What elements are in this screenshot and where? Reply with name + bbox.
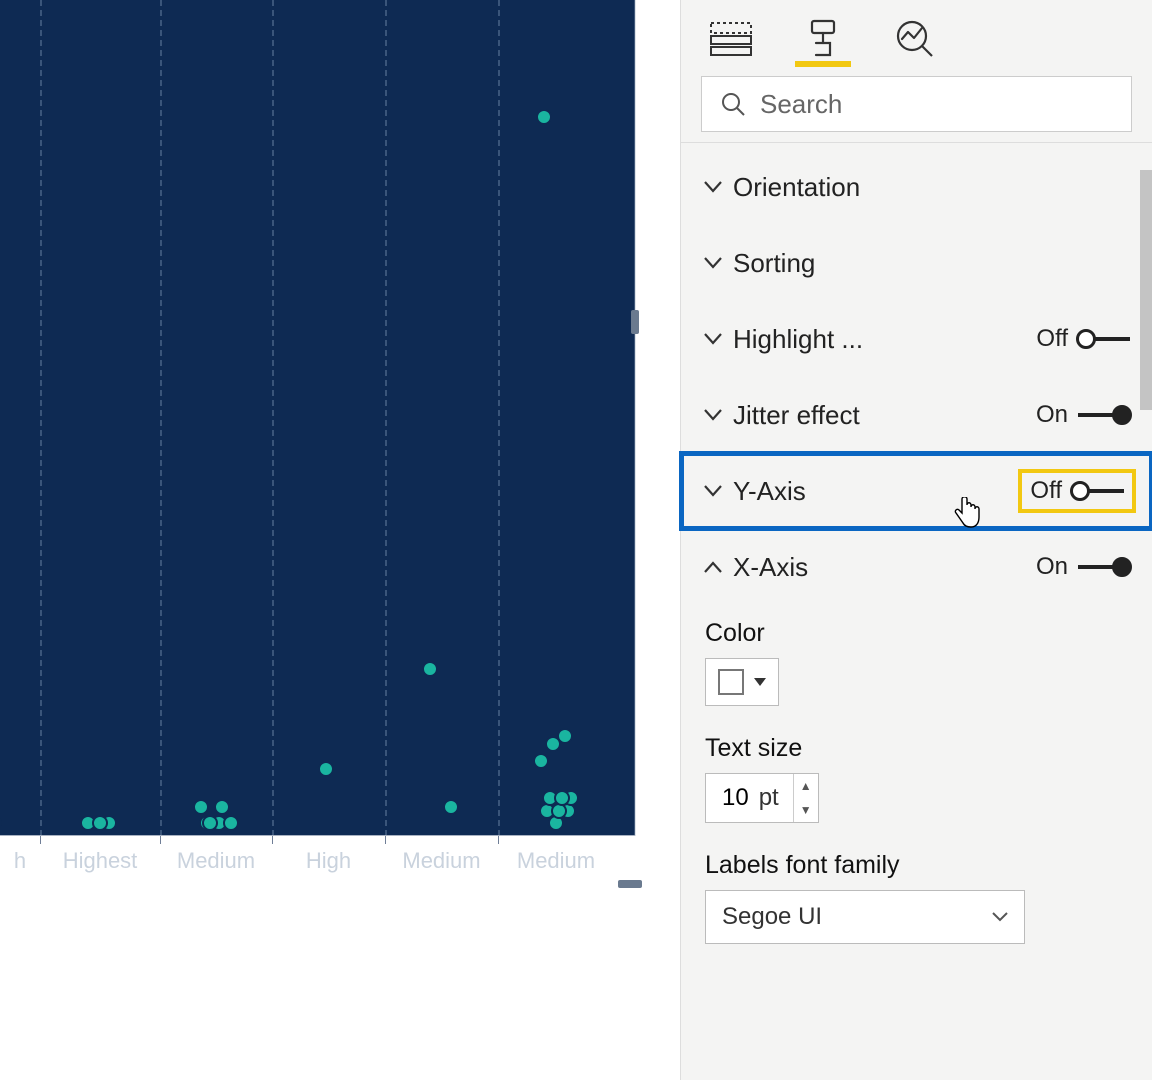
category-divider: [385, 0, 387, 836]
section-label: X-Axis: [727, 552, 1036, 583]
chevron-down-icon: [754, 678, 766, 686]
category-divider: [40, 0, 42, 836]
search-container: [681, 68, 1152, 142]
x-axis-tick-label: Highest: [40, 848, 160, 874]
category-divider: [498, 0, 500, 836]
category-divider: [160, 0, 162, 836]
section-label: Highlight ...: [727, 324, 1036, 355]
format-sections: Orientation Sorting Highlight ... Off: [681, 143, 1152, 958]
tick-mark: [40, 836, 41, 844]
search-input[interactable]: [760, 89, 1113, 120]
chevron-up-icon: [699, 561, 727, 573]
data-point[interactable]: [443, 799, 459, 815]
plot-area: [0, 0, 635, 836]
section-label: Sorting: [727, 248, 1130, 279]
data-point[interactable]: [214, 799, 230, 815]
x-axis-tick-label: h: [0, 848, 40, 874]
x-axis-tick-label: Medium: [160, 848, 272, 874]
toggle-yaxis[interactable]: [1072, 482, 1124, 500]
section-xaxis[interactable]: X-Axis On: [681, 529, 1152, 605]
chevron-down-icon: [992, 912, 1008, 922]
analytics-tab[interactable]: [893, 17, 937, 61]
x-axis-labels: hHighestMediumHighMediumMedium: [0, 848, 635, 888]
pane-scrollbar-thumb[interactable]: [1140, 170, 1152, 410]
tick-mark: [385, 836, 386, 844]
chevron-down-icon: [699, 485, 727, 497]
section-label: Jitter effect: [727, 400, 1036, 431]
chevron-down-icon: [699, 333, 727, 345]
textsize-value: 10: [706, 784, 759, 812]
fontfamily-dropdown[interactable]: Segoe UI: [705, 890, 1025, 944]
toggle-highlight[interactable]: [1078, 330, 1130, 348]
spinner-buttons[interactable]: ▲ ▼: [793, 774, 818, 822]
toggle-jitter[interactable]: [1078, 406, 1130, 424]
textsize-spinner[interactable]: 10 pt ▲ ▼: [705, 773, 819, 823]
data-point[interactable]: [536, 109, 552, 125]
toggle-state-text: On: [1036, 401, 1068, 429]
visual-frame: hHighestMediumHighMediumMedium: [0, 0, 680, 890]
textsize-label: Text size: [705, 734, 1128, 763]
data-point[interactable]: [0, 815, 2, 831]
category-divider: [272, 0, 274, 836]
format-icon: [806, 18, 840, 60]
x-axis-tick-label: Medium: [385, 848, 498, 874]
spin-down-icon[interactable]: ▼: [794, 798, 818, 822]
chevron-down-icon: [699, 409, 727, 421]
xaxis-textsize-block: Text size 10 pt ▲ ▼: [681, 720, 1152, 837]
analytics-icon: [895, 19, 935, 59]
resize-guide-right: [634, 0, 636, 836]
fields-icon: [710, 22, 752, 56]
search-box[interactable]: [701, 76, 1132, 132]
x-axis-tick-label: High: [272, 848, 385, 874]
toggle-xaxis[interactable]: [1078, 558, 1130, 576]
data-point[interactable]: [193, 799, 209, 815]
fields-tab[interactable]: [709, 17, 753, 61]
tick-mark: [498, 836, 499, 844]
fontfamily-value: Segoe UI: [722, 903, 822, 931]
chevron-down-icon: [699, 181, 727, 193]
section-jitter[interactable]: Jitter effect On: [681, 377, 1152, 453]
section-label: Orientation: [727, 172, 1130, 203]
tick-mark: [160, 836, 161, 844]
resize-grip-right[interactable]: [631, 310, 639, 334]
section-label: Y-Axis: [727, 476, 1024, 507]
color-swatch: [718, 669, 744, 695]
data-point[interactable]: [422, 661, 438, 677]
tick-mark: [272, 836, 273, 844]
x-axis-tick-label: Medium: [498, 848, 614, 874]
data-point[interactable]: [557, 728, 573, 744]
data-point[interactable]: [223, 815, 239, 831]
section-orientation[interactable]: Orientation: [681, 149, 1152, 225]
toggle-state-text: Off: [1030, 477, 1062, 505]
format-tab[interactable]: [801, 17, 845, 61]
format-pane: Orientation Sorting Highlight ... Off: [680, 0, 1152, 1080]
spin-up-icon[interactable]: ▲: [794, 774, 818, 798]
toggle-yaxis-wrap: Off: [1024, 475, 1130, 507]
chart-canvas[interactable]: hHighestMediumHighMediumMedium: [0, 0, 680, 1080]
chevron-down-icon: [699, 257, 727, 269]
toggle-state-text: On: [1036, 553, 1068, 581]
section-highlight[interactable]: Highlight ... Off: [681, 301, 1152, 377]
pane-tabs: [681, 0, 1152, 68]
search-icon: [720, 91, 746, 117]
data-point[interactable]: [533, 753, 549, 769]
xaxis-fontfamily-block: Labels font family Segoe UI: [681, 837, 1152, 958]
x-axis-line: [0, 835, 635, 836]
toggle-state-text: Off: [1036, 325, 1068, 353]
data-point[interactable]: [318, 761, 334, 777]
section-yaxis[interactable]: Y-Axis Off: [681, 453, 1152, 529]
xaxis-color-block: Color: [681, 605, 1152, 720]
section-sorting[interactable]: Sorting: [681, 225, 1152, 301]
fontfamily-label: Labels font family: [705, 851, 1128, 880]
color-label: Color: [705, 619, 1128, 648]
color-picker[interactable]: [705, 658, 779, 706]
textsize-unit: pt: [759, 784, 793, 812]
